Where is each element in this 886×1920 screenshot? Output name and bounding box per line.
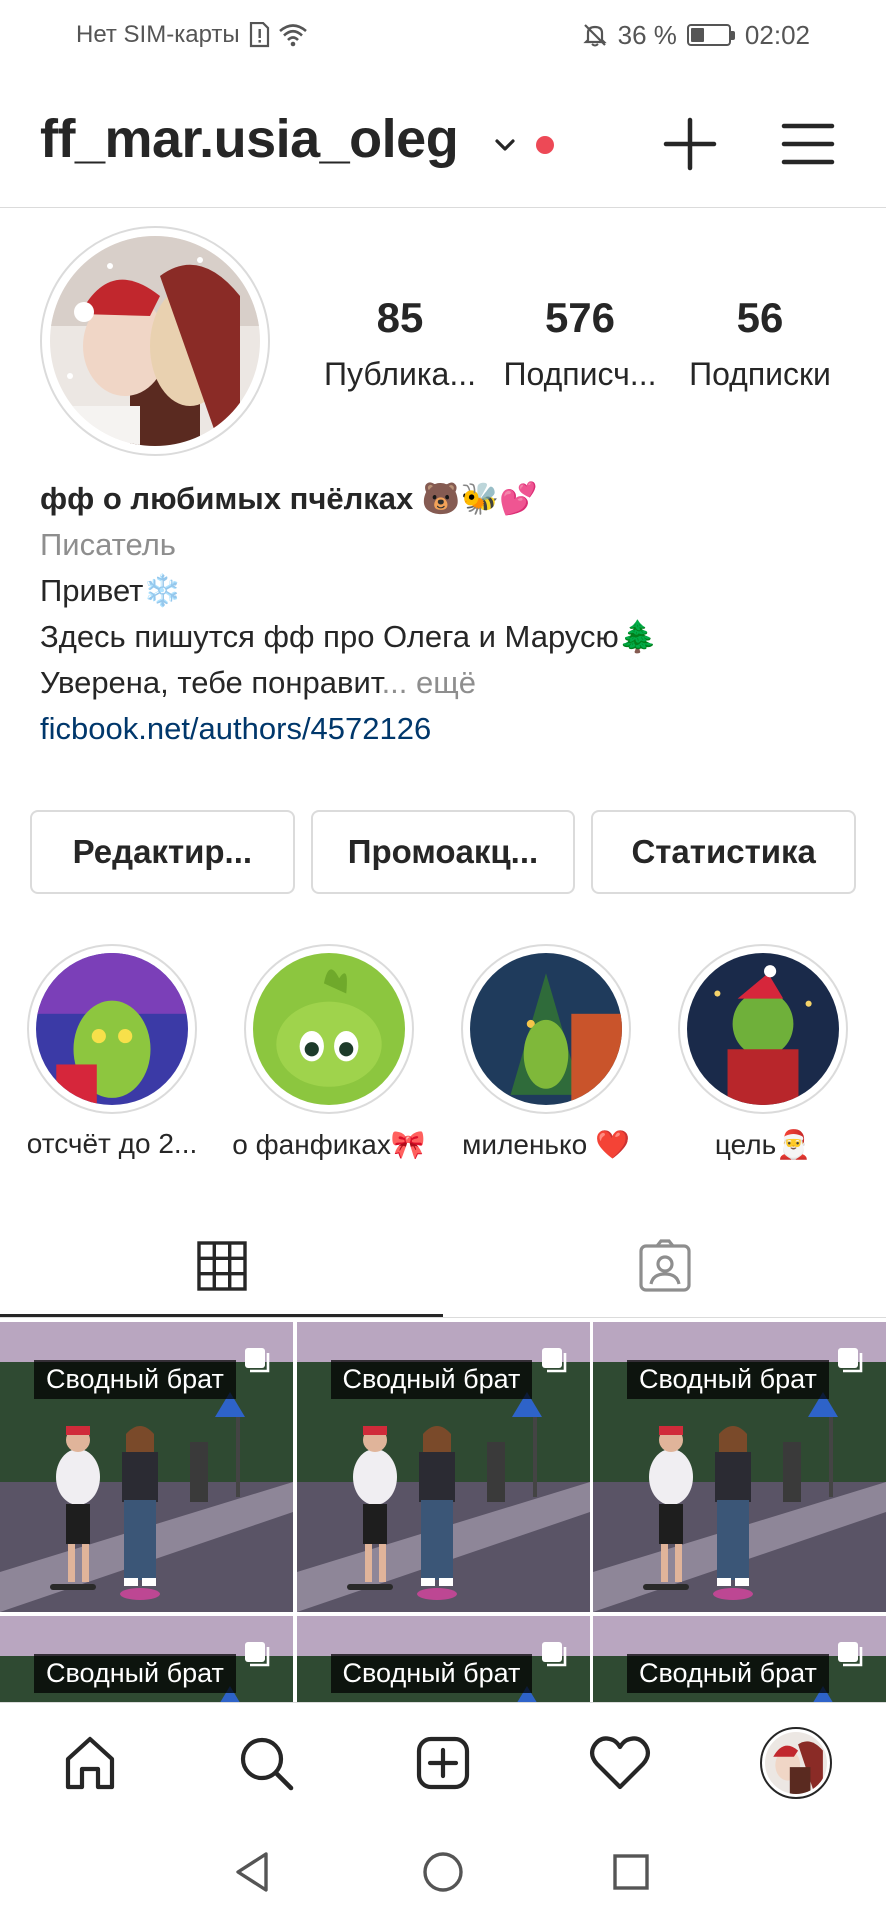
home-circle-icon[interactable] bbox=[419, 1848, 467, 1896]
highlight-item[interactable]: цель🎅 bbox=[663, 944, 863, 1161]
edit-profile-button[interactable]: Редактир... bbox=[30, 810, 295, 894]
carousel-icon bbox=[836, 1640, 864, 1668]
highlight-label: миленько ❤️ bbox=[462, 1129, 630, 1160]
posts-grid: Сводный брат Сводный брат Сводный брат Свод… bbox=[0, 1322, 886, 1702]
highlight-ring[interactable] bbox=[27, 944, 197, 1114]
status-bar: Нет SIM-карты 36 % 02:02 bbox=[0, 0, 886, 70]
bio-line-2: Здесь пишутся фф про Олега и Марусю🌲 bbox=[40, 619, 658, 654]
stat-followers-count: 576 bbox=[544, 294, 616, 341]
highlight-cover[interactable] bbox=[470, 953, 622, 1105]
nav-new-post[interactable] bbox=[411, 1731, 475, 1795]
mute-bell-icon bbox=[583, 24, 607, 47]
profile-actions: Редактир... Промоакц... Статистика bbox=[30, 810, 857, 894]
profile-bio: фф о любимых пчёлках 🐻🐝💕 Писатель Привет… bbox=[40, 476, 846, 752]
bio-line-3-text: Уверена, тебе понравит bbox=[40, 665, 382, 700]
highlight-cover[interactable] bbox=[253, 953, 405, 1105]
tab-posts-grid[interactable] bbox=[0, 1214, 443, 1318]
tab-tagged[interactable] bbox=[443, 1214, 886, 1318]
carousel-icon bbox=[540, 1640, 568, 1668]
post-caption: Сводный брат bbox=[330, 1360, 533, 1399]
profile-display-name: фф о любимых пчёлках 🐻🐝💕 bbox=[40, 481, 538, 516]
hamburger-menu-icon[interactable] bbox=[780, 114, 836, 174]
profile-stats: 85 Публика... 576 Подписч... 56 Подписки bbox=[310, 294, 850, 393]
profile-header: ff_mar.usia_oleg bbox=[0, 90, 886, 208]
profile-tabs bbox=[0, 1214, 886, 1318]
post-caption: Сводный брат bbox=[627, 1654, 829, 1693]
post-caption: Сводный брат bbox=[34, 1654, 236, 1693]
username-title[interactable]: ff_mar.usia_oleg bbox=[40, 108, 459, 170]
stat-posts-count: 85 bbox=[376, 294, 424, 341]
post-tile[interactable]: Сводный брат bbox=[593, 1322, 886, 1612]
post-caption: Сводный брат bbox=[34, 1360, 236, 1399]
bio-more-link[interactable]: ... ещё bbox=[382, 665, 476, 700]
post-tile[interactable]: Сводный брат bbox=[593, 1616, 886, 1702]
profile-avatar[interactable] bbox=[50, 236, 260, 446]
highlight-cover[interactable] bbox=[36, 953, 188, 1105]
highlight-ring[interactable] bbox=[461, 944, 631, 1114]
stat-following-count: 56 bbox=[736, 294, 784, 341]
recents-icon[interactable] bbox=[607, 1848, 655, 1896]
highlight-cover[interactable] bbox=[687, 953, 839, 1105]
post-tile[interactable]: Сводный брат bbox=[0, 1616, 293, 1702]
post-tile[interactable]: Сводный брат bbox=[296, 1322, 590, 1612]
bio-line-1: Привет❄️ bbox=[40, 573, 182, 608]
highlight-item[interactable]: отсчёт до 2... bbox=[12, 944, 212, 1160]
insights-button[interactable]: Статистика bbox=[591, 810, 857, 894]
grid-icon bbox=[196, 1241, 247, 1291]
tagged-icon bbox=[638, 1239, 691, 1292]
home-icon bbox=[65, 1736, 115, 1790]
post-caption: Сводный брат bbox=[330, 1654, 533, 1693]
highlight-label: цель🎅 bbox=[714, 1129, 812, 1160]
search-icon bbox=[240, 1737, 294, 1791]
sim-alert-icon bbox=[249, 22, 269, 48]
wifi-icon bbox=[278, 24, 307, 47]
chevron-down-icon[interactable] bbox=[490, 130, 520, 160]
bottom-nav bbox=[0, 1702, 886, 1824]
highlight-label: отсчёт до 2... bbox=[26, 1128, 198, 1159]
post-tile[interactable]: Сводный брат bbox=[0, 1322, 293, 1612]
stat-posts-label: Публика... bbox=[324, 356, 476, 392]
profile-avatar-ring[interactable] bbox=[40, 226, 270, 456]
clock: 02:02 bbox=[744, 19, 810, 50]
promotions-button[interactable]: Промоакц... bbox=[310, 810, 576, 894]
active-tab-indicator bbox=[0, 1314, 443, 1317]
carousel-icon bbox=[243, 1640, 271, 1668]
plus-icon[interactable] bbox=[660, 114, 720, 174]
nav-profile-avatar bbox=[760, 1727, 832, 1799]
battery-icon bbox=[686, 24, 735, 46]
bio-line-3: Уверена, тебе понравит... ещё bbox=[40, 660, 846, 706]
carrier-text: Нет SIM-карты bbox=[76, 21, 240, 48]
nav-search[interactable] bbox=[234, 1731, 298, 1795]
carousel-icon bbox=[243, 1346, 271, 1374]
stat-followers[interactable]: 576 Подписч... bbox=[490, 294, 670, 393]
post-caption: Сводный брат bbox=[627, 1360, 829, 1399]
notification-dot bbox=[536, 136, 554, 154]
highlight-ring[interactable] bbox=[678, 944, 848, 1114]
story-highlights: отсчёт до 2... о фанфиках🎀 миленько ❤️ ц… bbox=[0, 944, 886, 1164]
system-nav-bar bbox=[0, 1824, 886, 1920]
stat-followers-label: Подписч... bbox=[503, 356, 657, 392]
profile-website-link[interactable]: ficbook.net/authors/4572126 bbox=[40, 706, 846, 752]
stat-following[interactable]: 56 Подписки bbox=[670, 294, 850, 393]
highlight-item[interactable]: о фанфиках🎀 bbox=[229, 944, 429, 1161]
highlight-ring[interactable] bbox=[244, 944, 414, 1114]
profile-category: Писатель bbox=[40, 527, 176, 562]
battery-fill bbox=[690, 28, 704, 42]
status-left: Нет SIM-карты bbox=[76, 21, 308, 49]
highlight-label: о фанфиках🎀 bbox=[232, 1129, 426, 1160]
carousel-icon bbox=[540, 1346, 568, 1374]
activity-heart-icon bbox=[589, 1736, 651, 1790]
stat-following-label: Подписки bbox=[689, 356, 831, 392]
carousel-icon bbox=[836, 1346, 864, 1374]
back-icon[interactable] bbox=[230, 1848, 278, 1896]
highlight-item[interactable]: миленько ❤️ bbox=[446, 944, 646, 1161]
battery-percent: 36 % bbox=[617, 19, 677, 50]
nav-activity[interactable] bbox=[588, 1731, 652, 1795]
nav-home[interactable] bbox=[58, 1731, 122, 1795]
new-post-icon bbox=[416, 1736, 470, 1790]
stat-posts[interactable]: 85 Публика... bbox=[310, 294, 490, 393]
post-tile[interactable]: Сводный брат bbox=[296, 1616, 590, 1702]
status-right: 36 % 02:02 bbox=[582, 20, 810, 51]
nav-profile[interactable] bbox=[758, 1725, 834, 1801]
